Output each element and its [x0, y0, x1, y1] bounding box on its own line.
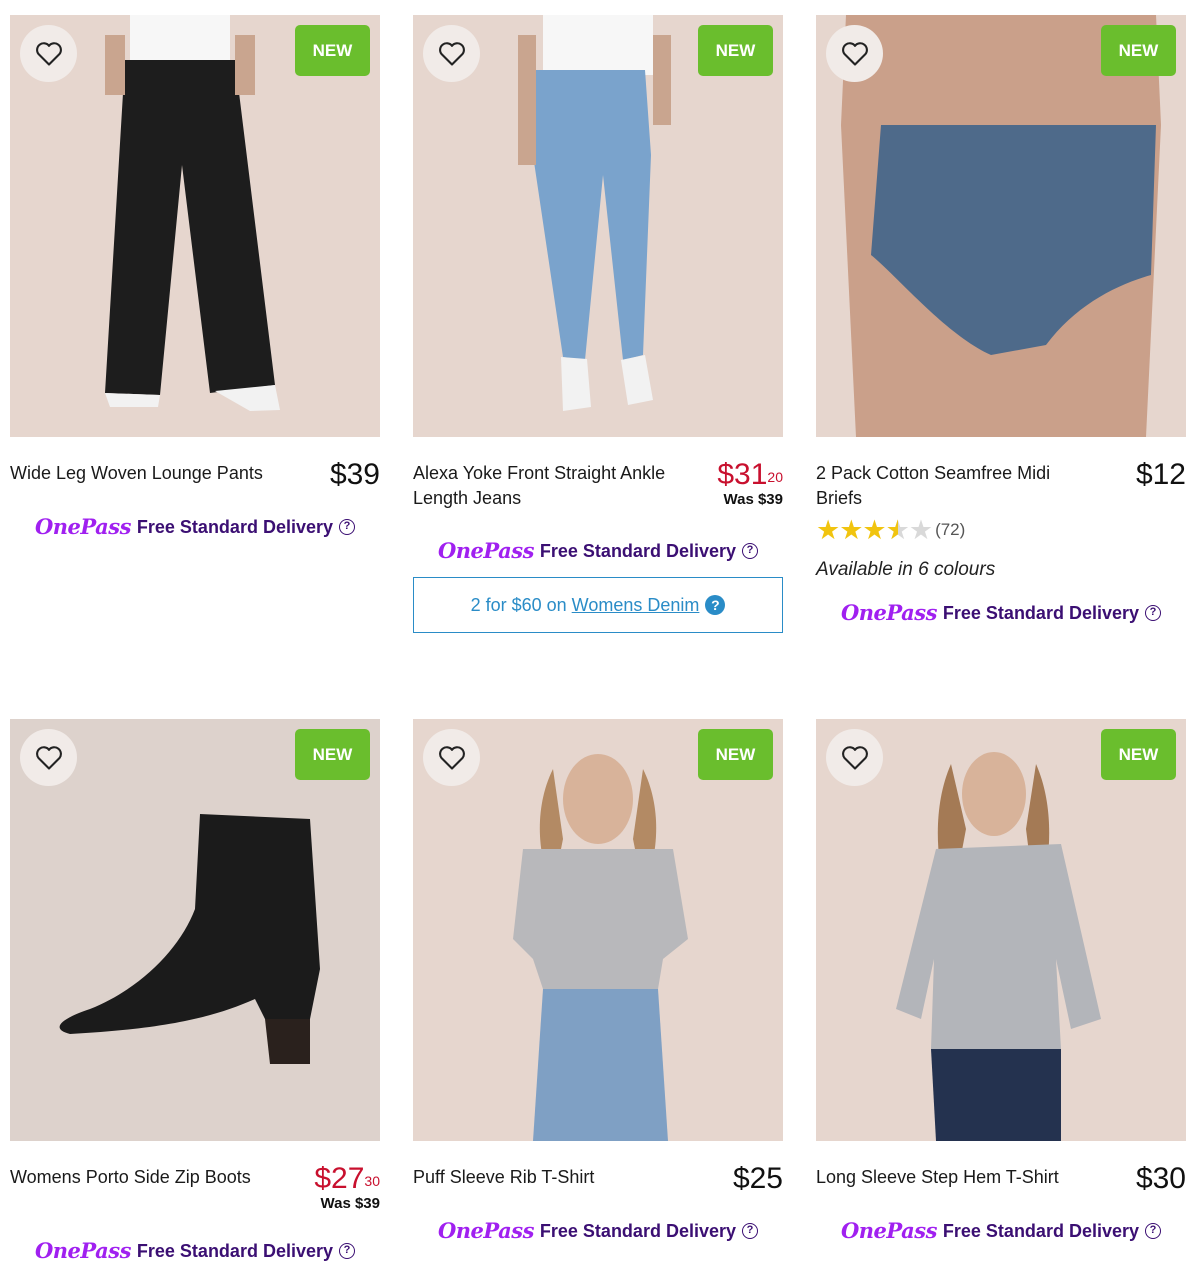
- product-title[interactable]: 2 Pack Cotton Seamfree Midi Briefs: [816, 461, 1101, 511]
- heart-icon: [35, 41, 62, 66]
- product-image[interactable]: NEW: [413, 719, 783, 1141]
- help-icon[interactable]: ?: [1145, 605, 1161, 621]
- product-title[interactable]: Puff Sleeve Rib T-Shirt: [413, 1165, 698, 1190]
- onepass-delivery: OnePass Free Standard Delivery ?: [816, 599, 1186, 627]
- product-photo-puff-tee: [413, 719, 783, 1141]
- product-title[interactable]: Womens Porto Side Zip Boots: [10, 1165, 295, 1190]
- onepass-delivery: OnePass Free Standard Delivery ?: [816, 1217, 1186, 1245]
- wishlist-button[interactable]: [826, 729, 883, 786]
- promo-banner: 2 for $60 on Womens Denim ?: [413, 577, 783, 633]
- help-icon[interactable]: ?: [339, 519, 355, 535]
- product-card[interactable]: NEW Wide Leg Woven Lounge Pants $39 OneP…: [10, 15, 380, 541]
- help-icon[interactable]: ?: [339, 1243, 355, 1259]
- product-card[interactable]: NEW Alexa Yoke Front Straight Ankle Leng…: [413, 15, 783, 633]
- help-icon[interactable]: ?: [742, 1223, 758, 1239]
- new-badge: NEW: [698, 25, 773, 76]
- onepass-delivery: OnePass Free Standard Delivery ?: [413, 1217, 783, 1245]
- rating[interactable]: ★★★★ ★ ★ (72): [816, 515, 1186, 545]
- promo-link[interactable]: Womens Denim: [572, 595, 700, 616]
- help-icon[interactable]: ?: [705, 595, 726, 615]
- help-icon[interactable]: ?: [742, 543, 758, 559]
- onepass-logo: OnePass: [35, 514, 131, 539]
- product-title[interactable]: Alexa Yoke Front Straight Ankle Length J…: [413, 461, 698, 511]
- product-card[interactable]: NEW Puff Sleeve Rib T-Shirt $25 OnePass …: [413, 719, 783, 1245]
- new-badge: NEW: [1101, 729, 1176, 780]
- product-photo-briefs: [816, 15, 1186, 437]
- price: $2730 Was $39: [314, 1163, 380, 1213]
- promo-text: 2 for $60 on: [470, 594, 567, 615]
- product-card[interactable]: NEW Long Sleeve Step Hem T-Shirt $30 One…: [816, 719, 1186, 1245]
- wishlist-button[interactable]: [20, 25, 77, 82]
- onepass-delivery: OnePass Free Standard Delivery ?: [10, 513, 380, 541]
- onepass-delivery: OnePass Free Standard Delivery ?: [413, 537, 783, 565]
- product-photo-pants: [10, 15, 380, 437]
- onepass-delivery: OnePass Free Standard Delivery ?: [10, 1237, 380, 1265]
- product-card[interactable]: NEW 2 Pack Cotton Seamfree Midi Briefs $…: [816, 15, 1186, 627]
- price: $12: [1136, 459, 1186, 491]
- sale-price: $2730: [314, 1162, 380, 1195]
- heart-icon: [438, 745, 465, 770]
- onepass-logo: OnePass: [35, 1238, 131, 1263]
- product-card[interactable]: NEW Womens Porto Side Zip Boots $2730 Wa…: [10, 719, 380, 1265]
- price-value: $30: [1135, 1162, 1186, 1195]
- wishlist-button[interactable]: [826, 25, 883, 82]
- heart-icon: [841, 745, 868, 770]
- product-image[interactable]: NEW: [10, 719, 380, 1141]
- new-badge: NEW: [698, 729, 773, 780]
- product-image[interactable]: NEW: [413, 15, 783, 437]
- price: $3120 Was $39: [717, 459, 783, 509]
- heart-icon: [35, 745, 62, 770]
- onepass-logo: OnePass: [841, 600, 937, 625]
- sale-price: $3120: [717, 458, 783, 491]
- onepass-logo: OnePass: [438, 538, 534, 563]
- wishlist-button[interactable]: [423, 25, 480, 82]
- price-value: $12: [1135, 458, 1186, 491]
- wishlist-button[interactable]: [423, 729, 480, 786]
- onepass-logo: OnePass: [438, 1218, 534, 1243]
- new-badge: NEW: [295, 729, 370, 780]
- wishlist-button[interactable]: [20, 729, 77, 786]
- rating-count: (72): [935, 520, 966, 539]
- delivery-text: Free Standard Delivery: [942, 1220, 1139, 1241]
- delivery-text: Free Standard Delivery: [942, 602, 1139, 623]
- product-image[interactable]: NEW: [10, 15, 380, 437]
- heart-icon: [438, 41, 465, 66]
- new-badge: NEW: [1101, 25, 1176, 76]
- new-badge: NEW: [295, 25, 370, 76]
- price: $39: [330, 459, 380, 491]
- price-value: $39: [329, 458, 380, 491]
- product-title[interactable]: Long Sleeve Step Hem T-Shirt: [816, 1165, 1101, 1190]
- delivery-text: Free Standard Delivery: [136, 1240, 333, 1261]
- product-image[interactable]: NEW: [816, 719, 1186, 1141]
- product-image[interactable]: NEW: [816, 15, 1186, 437]
- was-price: Was $39: [723, 491, 783, 508]
- onepass-logo: OnePass: [841, 1218, 937, 1243]
- price: $30: [1136, 1163, 1186, 1195]
- star-rating-icon: ★★★★ ★ ★: [816, 514, 933, 545]
- help-icon[interactable]: ?: [1145, 1223, 1161, 1239]
- product-photo-boots: [10, 719, 380, 1141]
- delivery-text: Free Standard Delivery: [539, 540, 736, 561]
- product-title[interactable]: Wide Leg Woven Lounge Pants: [10, 461, 295, 486]
- colour-availability: Available in 6 colours: [816, 559, 996, 580]
- price-value: $25: [732, 1162, 783, 1195]
- product-photo-long-sleeve-tee: [816, 719, 1186, 1141]
- delivery-text: Free Standard Delivery: [136, 516, 333, 537]
- heart-icon: [841, 41, 868, 66]
- price: $25: [733, 1163, 783, 1195]
- product-photo-jeans: [413, 15, 783, 437]
- delivery-text: Free Standard Delivery: [539, 1220, 736, 1241]
- was-price: Was $39: [320, 1195, 380, 1212]
